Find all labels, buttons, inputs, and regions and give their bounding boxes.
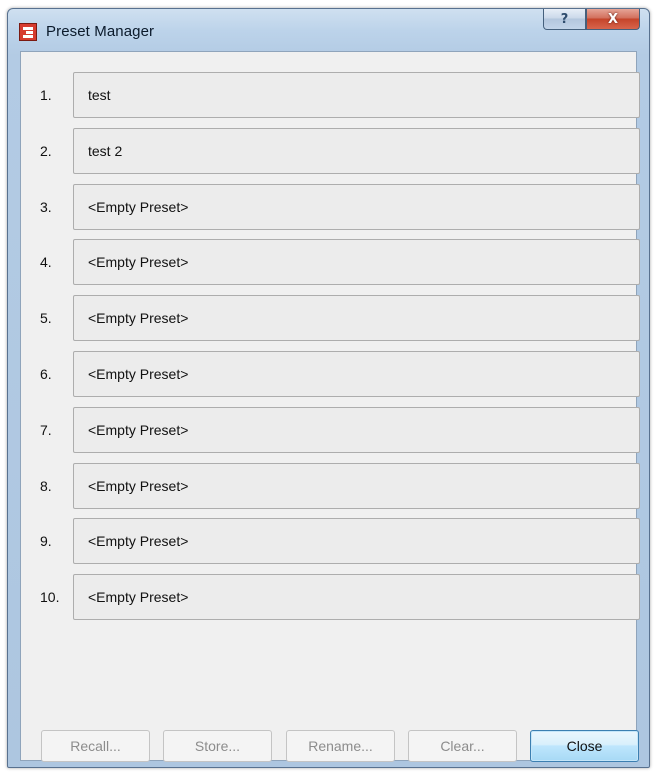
preset-row: 6. <Empty Preset> bbox=[21, 351, 640, 397]
preset-row: 1. test bbox=[21, 72, 640, 118]
dialog-body: 1. test 2. test 2 3. <Empty Preset> 4. <… bbox=[20, 51, 640, 762]
preset-slot-button[interactable]: <Empty Preset> bbox=[73, 407, 640, 453]
title-bar[interactable]: Preset Manager ? X bbox=[8, 9, 649, 51]
preset-slot-button[interactable]: <Empty Preset> bbox=[73, 295, 640, 341]
close-button[interactable]: Close bbox=[530, 730, 639, 762]
preset-row: 3. <Empty Preset> bbox=[21, 184, 640, 230]
preset-slot-button[interactable]: <Empty Preset> bbox=[73, 239, 640, 285]
preset-number: 4. bbox=[40, 254, 52, 270]
help-button[interactable]: ? bbox=[543, 9, 586, 30]
preset-slot-button[interactable]: test 2 bbox=[73, 128, 640, 174]
preset-row: 4. <Empty Preset> bbox=[21, 239, 640, 285]
preset-row: 2. test 2 bbox=[21, 128, 640, 174]
recall-button[interactable]: Recall... bbox=[41, 730, 150, 762]
preset-row: 5. <Empty Preset> bbox=[21, 295, 640, 341]
close-window-button[interactable]: X bbox=[586, 9, 640, 30]
help-icon: ? bbox=[560, 11, 569, 27]
preset-slot-button[interactable]: <Empty Preset> bbox=[73, 463, 640, 509]
preset-manager-app-icon bbox=[19, 23, 37, 41]
preset-slot-button[interactable]: <Empty Preset> bbox=[73, 351, 640, 397]
preset-slot-button[interactable]: <Empty Preset> bbox=[73, 574, 640, 620]
preset-number: 8. bbox=[40, 478, 52, 494]
store-button[interactable]: Store... bbox=[163, 730, 272, 762]
preset-row: 8. <Empty Preset> bbox=[21, 463, 640, 509]
rename-button[interactable]: Rename... bbox=[286, 730, 395, 762]
preset-number: 1. bbox=[40, 87, 52, 103]
preset-row: 7. <Empty Preset> bbox=[21, 407, 640, 453]
close-icon: X bbox=[607, 11, 619, 27]
preset-number: 10. bbox=[40, 589, 60, 605]
preset-number: 5. bbox=[40, 310, 52, 326]
preset-slot-button[interactable]: test bbox=[73, 72, 640, 118]
preset-row: 9. <Empty Preset> bbox=[21, 518, 640, 564]
clear-button[interactable]: Clear... bbox=[408, 730, 517, 762]
preset-row: 10. <Empty Preset> bbox=[21, 574, 640, 620]
preset-slot-button[interactable]: <Empty Preset> bbox=[73, 184, 640, 230]
preset-number: 9. bbox=[40, 533, 52, 549]
preset-manager-window: Preset Manager ? X 1. test 2. test 2 3. … bbox=[7, 8, 650, 768]
preset-slot-button[interactable]: <Empty Preset> bbox=[73, 518, 640, 564]
preset-number: 7. bbox=[40, 422, 52, 438]
preset-number: 3. bbox=[40, 199, 52, 215]
preset-number: 6. bbox=[40, 366, 52, 382]
preset-number: 2. bbox=[40, 143, 52, 159]
window-title: Preset Manager bbox=[46, 23, 155, 40]
